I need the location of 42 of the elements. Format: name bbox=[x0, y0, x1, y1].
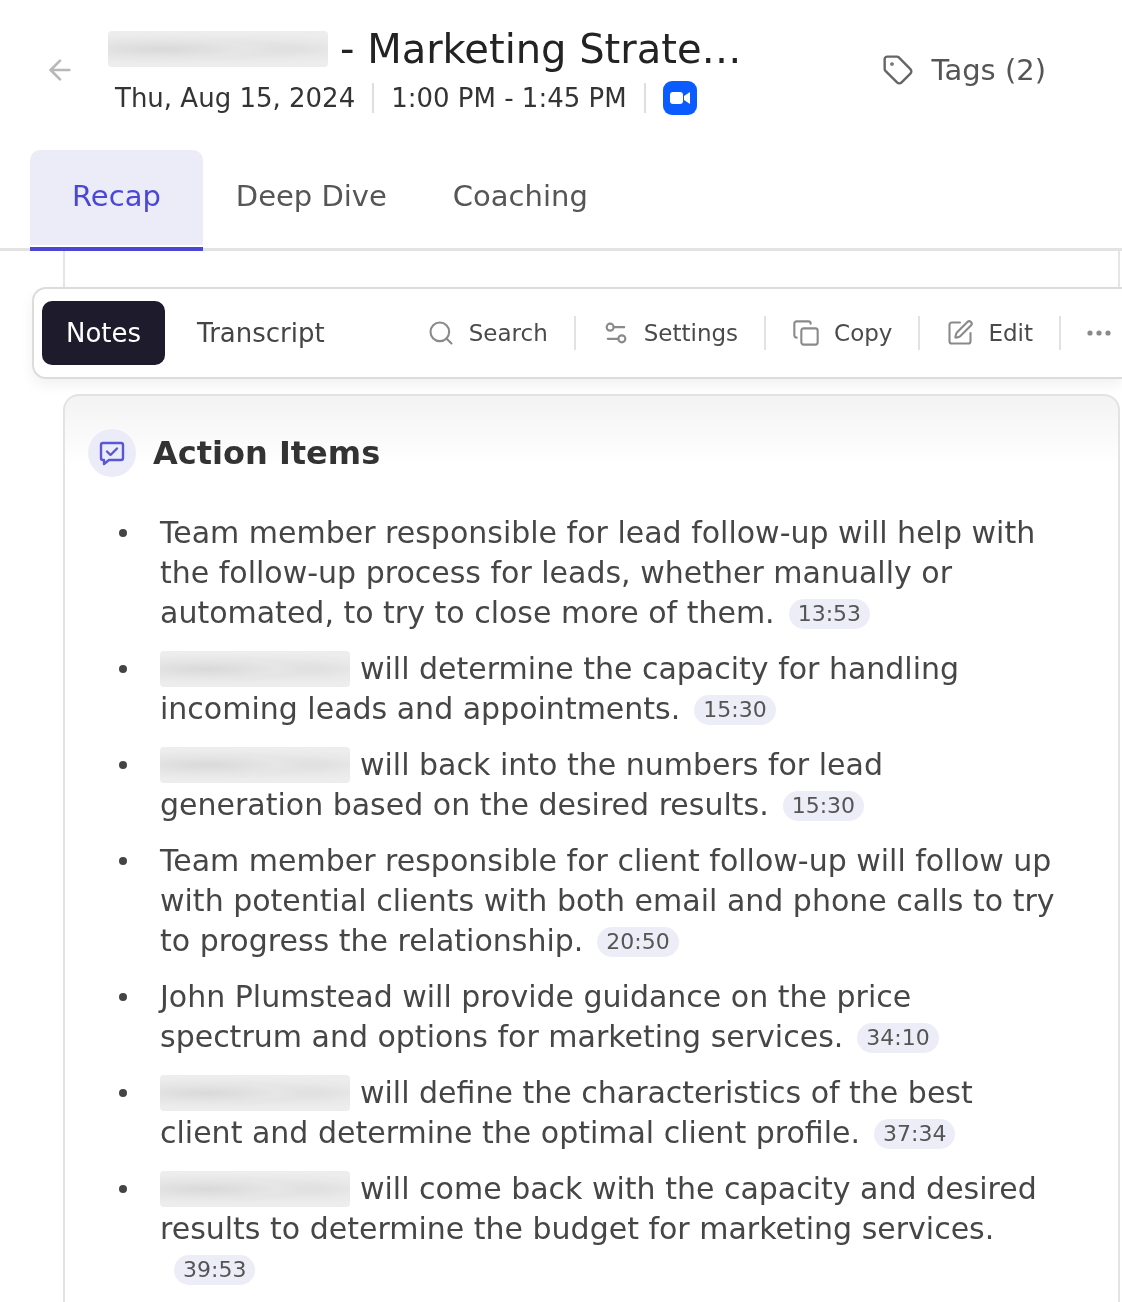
copy-button[interactable]: Copy bbox=[766, 309, 919, 357]
action-item-text: will back into the numbers for lead generation based on the desired results. 15:30 bbox=[160, 746, 884, 824]
timestamp-link[interactable]: 13:53 bbox=[788, 599, 871, 629]
bullet-icon bbox=[119, 529, 127, 537]
edit-button[interactable]: Edit bbox=[920, 309, 1059, 357]
bullet-icon bbox=[119, 761, 127, 769]
edit-icon bbox=[946, 319, 975, 347]
bullet-icon bbox=[119, 665, 127, 673]
view-toggle-button[interactable]: Transcript bbox=[173, 301, 349, 365]
bullet-icon bbox=[119, 857, 127, 865]
tab[interactable]: Coaching bbox=[419, 150, 621, 251]
timestamp-link[interactable]: 20:50 bbox=[597, 927, 679, 957]
tab[interactable]: Deep Dive bbox=[202, 150, 420, 251]
timestamp-link[interactable]: 15:30 bbox=[694, 695, 776, 725]
settings-button[interactable]: Settings bbox=[575, 309, 765, 357]
meeting-time: 1:00 PM - 1:45 PM bbox=[391, 83, 627, 113]
chat-check-icon bbox=[88, 429, 136, 477]
timestamp-link[interactable]: 34:10 bbox=[857, 1023, 939, 1053]
search-icon bbox=[426, 319, 455, 347]
tags-button[interactable]: Tags (2) bbox=[881, 53, 1046, 87]
action-item-text: Team member responsible for lead follow-up will help with the follow-up process for leads, whether manually or automated, to try to close more of them. 13:53 bbox=[160, 514, 1037, 632]
more-icon bbox=[1087, 330, 1111, 336]
action-item-text: John Plumstead will provide guidance on the price spectrum and options for marketing services. 34:10 bbox=[160, 977, 1055, 1057]
timestamp-link[interactable]: 15:30 bbox=[782, 791, 865, 821]
action-item-text: will determine the capacity for handling incoming leads and appointments. 15:30 bbox=[160, 650, 961, 728]
timestamp-link[interactable]: 37:34 bbox=[874, 1119, 956, 1149]
tab[interactable]: Recap bbox=[30, 150, 203, 251]
bullet-icon bbox=[119, 993, 127, 1001]
video-camera-icon bbox=[662, 81, 697, 115]
action-item-text: will come back with the capacity and desired results to determine the budget for marketing services. 39:53 bbox=[160, 1169, 1055, 1289]
timestamp-link[interactable]: 39:53 bbox=[174, 1255, 256, 1285]
meeting-title: - Marketing Strate… bbox=[340, 26, 742, 72]
bullet-icon bbox=[119, 1089, 127, 1097]
section-title: Action Items bbox=[153, 434, 381, 472]
action-item-text: Team member responsible for client follow-up will follow up with potential clients with both email and phone calls to try to progress the relationship. 20:50 bbox=[160, 842, 1055, 960]
action-item-text: will define the characteristics of the best client and determine the optimal client profile. 37:34 bbox=[160, 1074, 974, 1152]
search-button[interactable]: Search bbox=[400, 309, 574, 357]
bullet-icon bbox=[119, 1185, 127, 1193]
copy-icon bbox=[792, 319, 821, 347]
meeting-date: Thu, Aug 15, 2024 bbox=[115, 83, 356, 113]
tag-icon bbox=[881, 54, 914, 86]
view-toggle-button[interactable]: Notes bbox=[42, 301, 166, 365]
